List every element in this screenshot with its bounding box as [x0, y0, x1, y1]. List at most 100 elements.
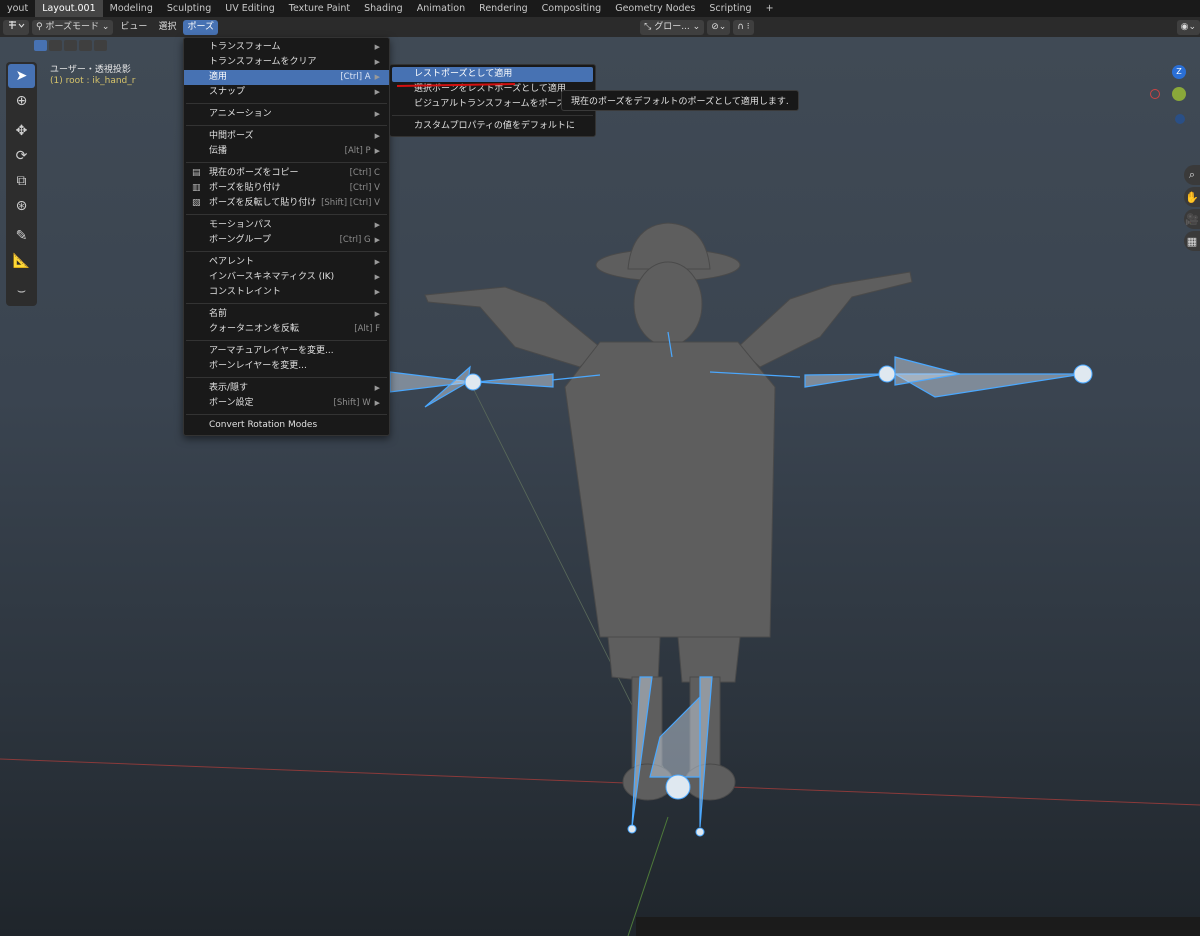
menu-item-constraints[interactable]: コンストレイント ▶: [184, 285, 389, 300]
navigation-buttons: ⌕ ✋ 🎥 ▦: [1184, 165, 1200, 253]
3d-viewport[interactable]: ➤ ⊕ ✥ ⟳ ⧉ ⊛ ✎ 📐 ⌣ ユーザー・透視投影 (1) root : i…: [0, 37, 1200, 936]
menu-item-convert-rotation-modes[interactable]: Convert Rotation Modes: [184, 418, 389, 433]
tool-shelf: ➤ ⊕ ✥ ⟳ ⧉ ⊛ ✎ 📐 ⌣: [6, 62, 37, 306]
menu-separator: [186, 103, 387, 104]
chevron-down-icon: ⌄: [689, 21, 701, 32]
magnet-icon: ∩ ⁝: [737, 21, 750, 32]
move-tool[interactable]: ✥: [8, 119, 35, 143]
menu-item-label: モーションパス: [209, 220, 272, 230]
menu-item-paste-flipped[interactable]: ▧ ポーズを反転して貼り付け [Shift] [Ctrl] V: [184, 196, 389, 211]
workspace-tab-scripting[interactable]: Scripting: [702, 0, 758, 17]
menu-item-propagate[interactable]: 伝播 [Alt] P ▶: [184, 144, 389, 159]
measure-tool[interactable]: 📐: [8, 249, 35, 273]
cursor-tool[interactable]: ⊕: [8, 89, 35, 113]
shortcut-label: [Ctrl] V: [349, 183, 380, 193]
menu-separator: [186, 162, 387, 163]
scale-tool[interactable]: ⧉: [8, 169, 35, 193]
camera-icon[interactable]: 🎥: [1184, 209, 1200, 229]
submenu-item-apply-as-rest-pose[interactable]: レストポーズとして適用: [392, 67, 593, 82]
zoom-icon[interactable]: ⌕: [1184, 165, 1200, 185]
gizmo-x-axis[interactable]: [1150, 89, 1160, 99]
gizmo-z-axis[interactable]: Z: [1172, 65, 1186, 79]
menu-item-parent[interactable]: ペアレント ▶: [184, 255, 389, 270]
menu-item-flip-quaternions[interactable]: クォータニオンを反転 [Alt] F: [184, 322, 389, 337]
menu-item-animation[interactable]: アニメーション ▶: [184, 107, 389, 122]
transform-tool[interactable]: ⊛: [8, 194, 35, 218]
transform-orientation-dropdown[interactable]: ⤡ グロー... ⌄: [640, 19, 705, 35]
paste-flipped-icon: ▧: [192, 198, 201, 208]
workspace-tab-layout-001[interactable]: Layout.001: [35, 0, 103, 17]
menu-item-bone-groups[interactable]: ボーングループ [Ctrl] G ▶: [184, 233, 389, 248]
editor-type-button[interactable]: [3, 19, 29, 35]
menu-separator: [186, 377, 387, 378]
workspace-tab-modeling[interactable]: Modeling: [103, 0, 160, 17]
gizmo-y-axis[interactable]: [1172, 87, 1186, 101]
active-object-label: (1) root : ik_hand_r: [50, 76, 136, 86]
workspace-tab-shading[interactable]: Shading: [357, 0, 410, 17]
menu-item-motion-paths[interactable]: モーションパス ▶: [184, 218, 389, 233]
workspace-tab-rendering[interactable]: Rendering: [472, 0, 535, 17]
workspace-tab-compositing[interactable]: Compositing: [535, 0, 609, 17]
grid-icon[interactable]: ▦: [1184, 231, 1200, 251]
annotate-tool[interactable]: ✎: [8, 224, 35, 248]
pose-dropdown-menu: トランスフォーム ▶ トランスフォームをクリア ▶ 適用 [Ctrl] A ▶ スナップ…: [183, 37, 390, 436]
relax-tool[interactable]: ⌣: [8, 279, 35, 303]
submenu-item-custom-properties-default[interactable]: カスタムプロパティの値をデフォルトに: [390, 119, 595, 134]
menu-separator: [186, 414, 387, 415]
gizmo-neg-z-axis[interactable]: [1175, 114, 1185, 124]
select-mode-subtract[interactable]: [64, 40, 77, 51]
menu-item-label: ペアレント: [209, 257, 255, 267]
workspace-tab-texture-paint[interactable]: Texture Paint: [282, 0, 357, 17]
menu-separator: [392, 115, 593, 116]
viewport-overlay-dropdown[interactable]: ◉⌄: [1176, 19, 1200, 35]
shortcut-label: [Shift] W: [333, 398, 371, 408]
menu-item-in-betweens[interactable]: 中間ポーズ ▶: [184, 129, 389, 144]
select-mode-intersect[interactable]: [94, 40, 107, 51]
workspace-tab-sculpting[interactable]: Sculpting: [160, 0, 218, 17]
add-workspace-button[interactable]: +: [759, 0, 781, 17]
menu-item-inverse-kinematics[interactable]: インバースキネマティクス (IK) ▶: [184, 270, 389, 285]
crosshair-icon: ⊕: [15, 93, 28, 109]
menu-item-snap[interactable]: スナップ ▶: [184, 85, 389, 100]
view-menu[interactable]: ビュー: [116, 20, 151, 35]
hand-icon[interactable]: ✋: [1184, 187, 1200, 207]
menu-item-label: インバースキネマティクス (IK): [209, 272, 335, 282]
pose-menu[interactable]: ポーズ: [183, 19, 219, 35]
menu-separator: [186, 340, 387, 341]
menu-item-paste-pose[interactable]: ▥ ポーズを貼り付け [Ctrl] V: [184, 181, 389, 196]
select-mode-extend[interactable]: [49, 40, 62, 51]
snap-toggle[interactable]: ∩ ⁝: [733, 19, 754, 35]
menu-item-label: 名前: [209, 309, 228, 319]
workspace-tab-geometry-nodes[interactable]: Geometry Nodes: [608, 0, 702, 17]
select-mode-invert[interactable]: [79, 40, 92, 51]
menu-item-label: Convert Rotation Modes: [209, 420, 318, 430]
character-mesh: [424, 222, 913, 801]
menu-item-names[interactable]: 名前 ▶: [184, 307, 389, 322]
menu-item-label: ポーズを反転して貼り付け: [209, 198, 317, 208]
mode-label: ポーズモード: [45, 21, 100, 32]
menu-item-change-bone-layers[interactable]: ボーンレイヤーを変更...: [184, 359, 389, 374]
menu-item-bone-settings[interactable]: ボーン設定 [Shift] W ▶: [184, 396, 389, 411]
menu-item-apply[interactable]: 適用 [Ctrl] A ▶: [184, 70, 389, 85]
workspace-tab-uv-editing[interactable]: UV Editing: [218, 0, 282, 17]
mode-dropdown[interactable]: ⚲ ポーズモード ⌄: [32, 19, 114, 35]
select-mode-new[interactable]: [34, 40, 47, 51]
menu-item-clear-transform[interactable]: トランスフォームをクリア ▶: [184, 55, 389, 70]
pivot-dropdown[interactable]: ⊘⌄: [707, 19, 731, 35]
rotate-tool[interactable]: ⟳: [8, 144, 35, 168]
chevron-right-icon: ▶: [374, 384, 380, 392]
menu-item-label: 現在のポーズをコピー: [209, 168, 299, 178]
menu-item-show-hide[interactable]: 表示/隠す ▶: [184, 381, 389, 396]
menu-item-change-armature-layers[interactable]: アーマチュアレイヤーを変更...: [184, 344, 389, 359]
chevron-right-icon: ▶: [374, 147, 380, 155]
select-box-tool[interactable]: ➤: [8, 64, 35, 88]
chevron-right-icon: ▶: [374, 88, 380, 96]
select-menu[interactable]: 選択: [154, 20, 180, 35]
menu-item-label: ポーズを貼り付け: [209, 183, 281, 193]
menu-item-copy-pose[interactable]: ▤ 現在のポーズをコピー [Ctrl] C: [184, 166, 389, 181]
menu-item-transform[interactable]: トランスフォーム ▶: [184, 40, 389, 55]
transform-icon: ⊛: [15, 198, 28, 214]
workspace-tab-layout[interactable]: yout: [0, 0, 35, 17]
menu-separator: [186, 251, 387, 252]
workspace-tab-animation[interactable]: Animation: [410, 0, 472, 17]
